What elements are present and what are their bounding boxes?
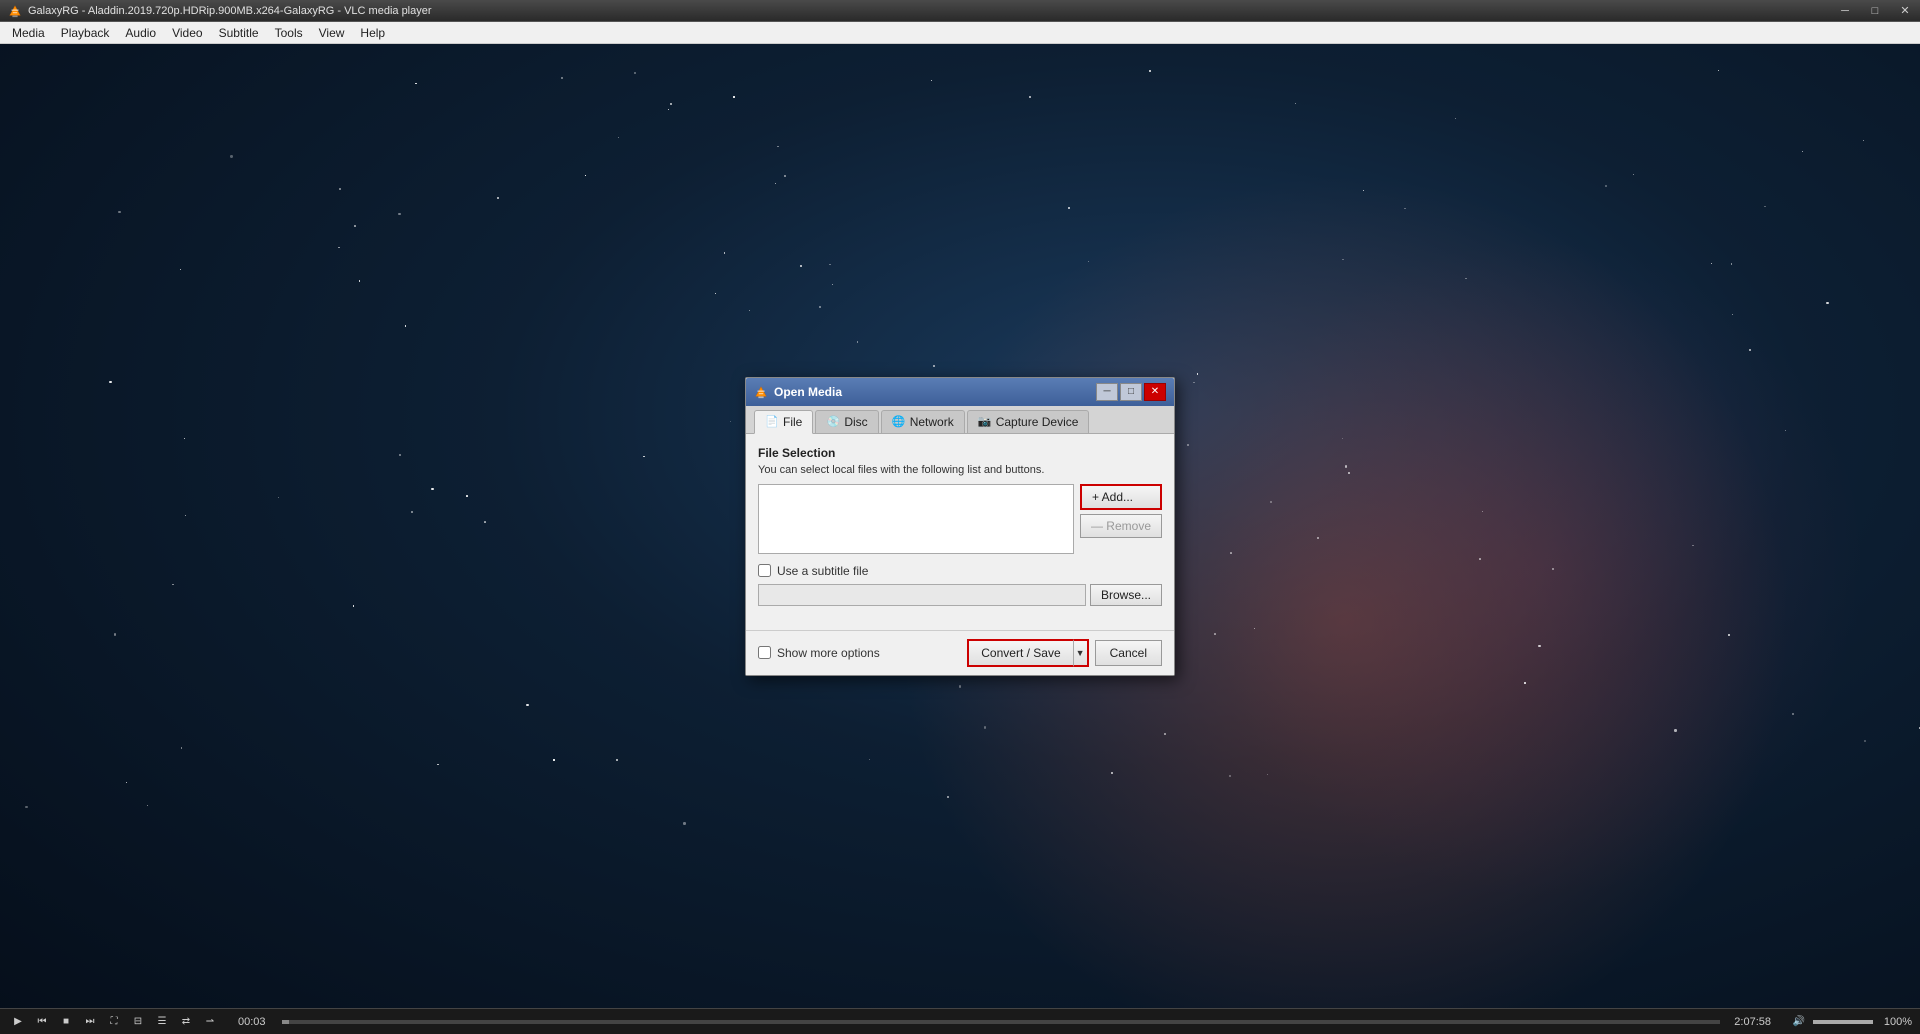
file-list-buttons: + Add... — Remove <box>1080 484 1162 554</box>
main-area: Open Media ─ □ ✕ 📄 File 💿 Disc <box>0 44 1920 1008</box>
subtitle-checkbox[interactable] <box>758 564 771 577</box>
tab-network-label: Network <box>910 415 954 429</box>
convert-save-button[interactable]: Convert / Save <box>967 639 1072 667</box>
loop-button[interactable]: ⇄ <box>176 1012 196 1032</box>
dialog-titlebar-left: Open Media <box>754 385 842 399</box>
minimize-button[interactable]: ─ <box>1830 0 1860 22</box>
convert-save-dropdown[interactable]: ▼ <box>1073 639 1089 667</box>
title-controls: ─ □ ✕ <box>1830 0 1920 22</box>
rewind-button[interactable]: ⏮ <box>32 1012 52 1032</box>
progress-fill <box>282 1020 289 1024</box>
subtitle-path-input[interactable] <box>758 584 1086 606</box>
subtitle-checkbox-row: Use a subtitle file <box>758 564 1162 578</box>
network-icon: 🌐 <box>892 415 906 429</box>
volume-percent: 100% <box>1877 1016 1912 1028</box>
status-bar: ▶ ⏮ ■ ⏭ ⛶ ⊟ ☰ ⇄ ⇀ 00:03 2:07:58 🔊 100% <box>0 1008 1920 1034</box>
remove-button[interactable]: — Remove <box>1080 514 1162 538</box>
volume-slider[interactable] <box>1813 1020 1873 1024</box>
menu-playback[interactable]: Playback <box>53 24 118 42</box>
extended-button[interactable]: ⊟ <box>128 1012 148 1032</box>
restore-button[interactable]: □ <box>1860 0 1890 22</box>
tab-file-label: File <box>783 415 802 429</box>
time-elapsed: 00:03 <box>228 1016 278 1028</box>
file-list-area: + Add... — Remove <box>758 484 1162 554</box>
menu-media[interactable]: Media <box>4 24 53 42</box>
subtitle-checkbox-label: Use a subtitle file <box>777 564 868 578</box>
playback-controls: ▶ ⏮ ■ ⏭ ⛶ ⊟ ☰ ⇄ ⇀ <box>0 1012 228 1032</box>
dialog-restore-button[interactable]: □ <box>1120 383 1142 401</box>
title-bar: GalaxyRG - Aladdin.2019.720p.HDRip.900MB… <box>0 0 1920 22</box>
show-more-checkbox[interactable] <box>758 646 771 659</box>
mute-button[interactable]: 🔊 <box>1789 1012 1809 1032</box>
capture-icon: 📷 <box>978 415 992 429</box>
cancel-button[interactable]: Cancel <box>1095 640 1162 666</box>
dialog-title: Open Media <box>774 385 842 399</box>
tab-file[interactable]: 📄 File <box>754 410 813 434</box>
stop-button[interactable]: ■ <box>56 1012 76 1032</box>
dialog-overlay: Open Media ─ □ ✕ 📄 File 💿 Disc <box>745 377 1175 676</box>
tab-disc-label: Disc <box>844 415 867 429</box>
time-total: 2:07:58 <box>1724 1016 1781 1028</box>
menu-subtitle[interactable]: Subtitle <box>211 24 267 42</box>
file-selection-desc: You can select local files with the foll… <box>758 464 1162 476</box>
menu-audio[interactable]: Audio <box>117 24 164 42</box>
menu-video[interactable]: Video <box>164 24 210 42</box>
subtitle-row: Browse... <box>758 584 1162 606</box>
random-button[interactable]: ⇀ <box>200 1012 220 1032</box>
tab-capture-label: Capture Device <box>996 415 1079 429</box>
fullscreen-button[interactable]: ⛶ <box>104 1012 124 1032</box>
file-icon: 📄 <box>765 415 779 429</box>
file-selection-title: File Selection <box>758 446 1162 460</box>
fast-forward-button[interactable]: ⏭ <box>80 1012 100 1032</box>
menu-help[interactable]: Help <box>352 24 393 42</box>
vlc-logo-icon <box>8 4 22 18</box>
dialog-body: File Selection You can select local file… <box>746 434 1174 630</box>
dialog-title-controls: ─ □ ✕ <box>1096 383 1166 401</box>
dialog-vlc-icon <box>754 385 768 399</box>
menu-bar: Media Playback Audio Video Subtitle Tool… <box>0 22 1920 44</box>
show-more-label: Show more options <box>777 646 880 660</box>
menu-view[interactable]: View <box>311 24 353 42</box>
title-bar-left: GalaxyRG - Aladdin.2019.720p.HDRip.900MB… <box>0 4 432 18</box>
dialog-minimize-button[interactable]: ─ <box>1096 383 1118 401</box>
volume-area: 🔊 100% <box>1781 1012 1920 1032</box>
add-button[interactable]: + Add... <box>1080 484 1162 510</box>
footer-buttons: Convert / Save ▼ Cancel <box>967 639 1162 667</box>
show-more-row: Show more options <box>758 646 880 660</box>
tab-capture[interactable]: 📷 Capture Device <box>967 410 1090 433</box>
window-title: GalaxyRG - Aladdin.2019.720p.HDRip.900MB… <box>28 5 432 17</box>
tab-network[interactable]: 🌐 Network <box>881 410 965 433</box>
disc-icon: 💿 <box>826 415 840 429</box>
dialog-footer: Show more options Convert / Save ▼ Cance… <box>746 630 1174 675</box>
playlist-button[interactable]: ☰ <box>152 1012 172 1032</box>
close-button[interactable]: ✕ <box>1890 0 1920 22</box>
browse-button[interactable]: Browse... <box>1090 584 1162 606</box>
dialog-tabs: 📄 File 💿 Disc 🌐 Network 📷 Capture Device <box>746 406 1174 434</box>
open-media-dialog: Open Media ─ □ ✕ 📄 File 💿 Disc <box>745 377 1175 676</box>
dialog-titlebar: Open Media ─ □ ✕ <box>746 378 1174 406</box>
tab-disc[interactable]: 💿 Disc <box>815 410 878 433</box>
progress-bar[interactable] <box>282 1020 1720 1024</box>
convert-save-group: Convert / Save ▼ <box>967 639 1088 667</box>
file-list-box <box>758 484 1074 554</box>
play-button[interactable]: ▶ <box>8 1012 28 1032</box>
dialog-close-button[interactable]: ✕ <box>1144 383 1166 401</box>
menu-tools[interactable]: Tools <box>267 24 311 42</box>
